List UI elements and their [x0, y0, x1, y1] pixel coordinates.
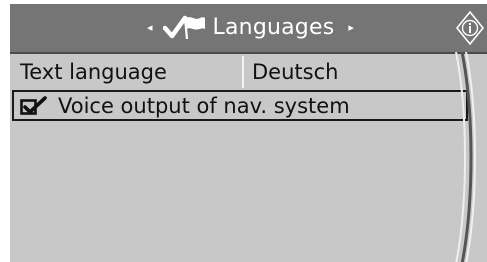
arrow-left-icon[interactable]: ◂ [147, 12, 153, 44]
info-diamond-icon[interactable] [454, 10, 486, 46]
check-flag-icon [162, 15, 205, 40]
column-divider [242, 56, 244, 88]
arrow-right-icon[interactable]: ▸ [348, 12, 354, 44]
header-title-group: ◂ Languages ▸ [147, 12, 354, 44]
checkbox-checked-icon[interactable] [20, 96, 48, 116]
header-bar: ◂ Languages ▸ [10, 4, 487, 54]
menu-item-voice-output[interactable]: Voice output of nav. system [12, 90, 468, 121]
menu-item-label: Text language [20, 60, 167, 84]
page-title: Languages [212, 15, 335, 40]
idrive-screen: ◂ Languages ▸ Text language Deutsch Voic… [10, 4, 487, 262]
menu-item-text-language[interactable]: Text language Deutsch [10, 56, 466, 88]
menu-item-value: Deutsch [252, 60, 339, 84]
menu-item-label: Voice output of nav. system [58, 94, 350, 118]
controller-rail-arc [455, 52, 476, 262]
